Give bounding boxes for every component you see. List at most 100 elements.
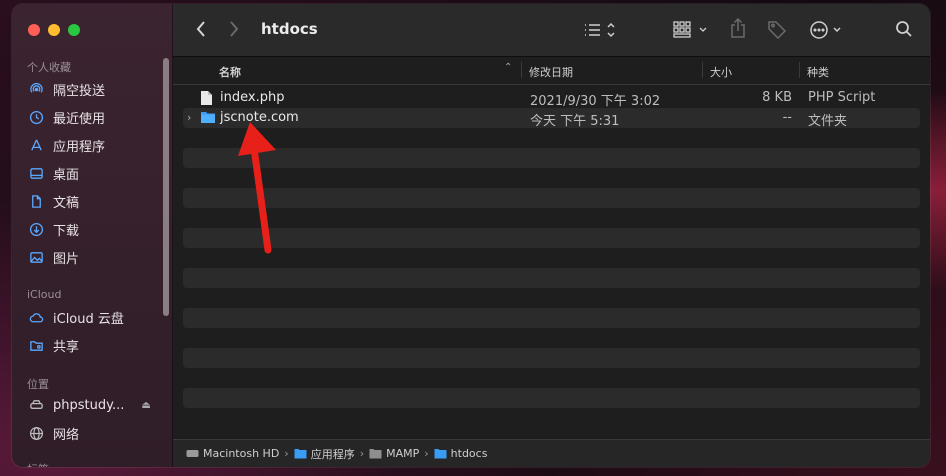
sidebar-item-desktop[interactable]: 桌面 <box>29 163 79 183</box>
empty-row <box>183 288 920 308</box>
clock-icon <box>29 110 44 124</box>
photo-icon <box>30 251 43 263</box>
share-icon <box>731 18 745 38</box>
disclosure-chevron-icon[interactable]: › <box>187 111 191 124</box>
column-divider[interactable] <box>521 62 522 78</box>
sort-ascending-icon[interactable]: ⌃ <box>504 62 512 73</box>
sidebar-section-favorites: 个人收藏 <box>27 61 71 74</box>
sidebar-item-label: 共享 <box>53 339 80 355</box>
column-divider[interactable] <box>702 62 703 78</box>
annotation-arrow <box>238 122 276 254</box>
table-row[interactable]: › jscnote.com 今天 下午 5:31 -- 文件夹 <box>183 108 920 129</box>
table-row[interactable]: index.php 2021/9/30 下午 3:02 8 KB PHP Scr… <box>183 88 920 109</box>
document-icon <box>32 194 41 208</box>
view-mode-button[interactable] <box>583 22 615 38</box>
empty-row <box>183 328 920 348</box>
sidebar-section-icloud: iCloud <box>27 288 62 301</box>
search-icon <box>896 21 912 37</box>
eject-icon[interactable]: ⏏ <box>141 400 150 411</box>
empty-row <box>183 128 920 148</box>
window-title: htdocs <box>261 20 318 38</box>
folder-icon <box>294 449 307 459</box>
sidebar-item-label: iCloud 云盘 <box>53 311 124 327</box>
column-header-size[interactable]: 大小 <box>710 64 732 80</box>
finder-window: 个人收藏 隔空投送 最近使用 应用程序 桌面 文稿 下载 图片 iCloud i… <box>12 4 930 467</box>
empty-row <box>183 208 920 228</box>
empty-row <box>183 248 920 268</box>
path-separator: › <box>424 447 429 460</box>
folder-icon <box>434 449 447 459</box>
path-bar: Macintosh HD › 应用程序 › MAMP › htdocs <box>173 439 930 467</box>
file-size: 8 KB <box>762 90 792 105</box>
sidebar-item-shared[interactable]: 共享 <box>29 335 79 355</box>
empty-row <box>183 348 920 368</box>
sidebar-item-airdrop[interactable]: 隔空投送 <box>29 79 105 99</box>
empty-row <box>183 408 920 428</box>
share-button[interactable] <box>730 18 746 38</box>
folder-icon <box>369 449 382 459</box>
sidebar-item-icloud-drive[interactable]: iCloud 云盘 <box>29 307 124 327</box>
toolbar: htdocs <box>173 4 930 57</box>
minimize-button[interactable] <box>48 24 60 36</box>
sidebar-item-label: 网络 <box>53 427 80 443</box>
empty-row <box>183 228 920 248</box>
tag-icon <box>768 21 787 39</box>
empty-row <box>183 148 920 168</box>
more-actions-button[interactable] <box>809 20 845 40</box>
group-button[interactable] <box>673 21 709 39</box>
sidebar-item-pictures[interactable]: 图片 <box>29 247 79 267</box>
sidebar-section-locations: 位置 <box>27 378 49 391</box>
sidebar-scrollbar[interactable] <box>163 58 169 316</box>
path-label: 应用程序 <box>310 447 355 461</box>
folder-icon <box>201 112 215 123</box>
sidebar-section-tags: 标签 <box>27 461 49 467</box>
sidebar-item-label: 下载 <box>53 223 80 239</box>
column-header-date[interactable]: 修改日期 <box>529 64 573 80</box>
sidebar-item-label: 文稿 <box>53 195 80 211</box>
zoom-button[interactable] <box>68 24 80 36</box>
path-label: htdocs <box>450 447 488 460</box>
window-controls <box>28 24 80 36</box>
path-separator: › <box>359 447 365 460</box>
sidebar-item-applications[interactable]: 应用程序 <box>29 135 105 155</box>
sidebar: 个人收藏 隔空投送 最近使用 应用程序 桌面 文稿 下载 图片 iCloud i… <box>12 4 173 467</box>
sidebar-item-documents[interactable]: 文稿 <box>29 191 79 211</box>
file-size: -- <box>782 110 792 125</box>
file-date: 今天 下午 5:31 <box>530 114 620 129</box>
path-segment[interactable]: htdocs <box>434 447 488 460</box>
path-label: MAMP <box>386 447 420 460</box>
file-list: index.php 2021/9/30 下午 3:02 8 KB PHP Scr… <box>183 88 920 428</box>
path-segment[interactable]: MAMP <box>369 447 419 460</box>
file-date: 2021/9/30 下午 3:02 <box>530 94 661 109</box>
close-button[interactable] <box>28 24 40 36</box>
cloud-icon <box>29 312 44 322</box>
path-separator: › <box>284 447 289 460</box>
search-button[interactable] <box>895 20 913 38</box>
path-segment[interactable]: Macintosh HD <box>186 447 279 460</box>
sidebar-item-network[interactable]: 网络 <box>29 423 79 443</box>
applications-icon <box>31 139 42 150</box>
column-header-kind[interactable]: 种类 <box>807 64 829 80</box>
path-label: Macintosh HD <box>203 447 280 460</box>
empty-row <box>183 308 920 328</box>
column-header-name[interactable]: 名称 <box>219 64 241 80</box>
sidebar-item-label: 应用程序 <box>53 139 106 155</box>
sidebar-item-downloads[interactable]: 下载 <box>29 219 79 239</box>
forward-button[interactable] <box>228 20 240 38</box>
sidebar-item-phpstudy-drive[interactable]: phpstudy... ⏏ <box>29 395 151 415</box>
airdrop-icon <box>30 82 43 93</box>
file-kind: 文件夹 <box>808 114 848 129</box>
empty-row <box>183 268 920 288</box>
grid-icon <box>673 21 707 38</box>
path-segment[interactable]: 应用程序 <box>294 446 355 462</box>
empty-row <box>183 368 920 388</box>
chevron-right-icon <box>230 21 239 37</box>
tag-button[interactable] <box>767 19 787 39</box>
column-divider[interactable] <box>799 62 800 78</box>
empty-row <box>183 188 920 208</box>
empty-row <box>183 168 920 188</box>
sidebar-item-recents[interactable]: 最近使用 <box>29 107 105 127</box>
sidebar-item-label: 最近使用 <box>53 111 106 127</box>
empty-row <box>183 388 920 408</box>
back-button[interactable] <box>195 20 207 38</box>
